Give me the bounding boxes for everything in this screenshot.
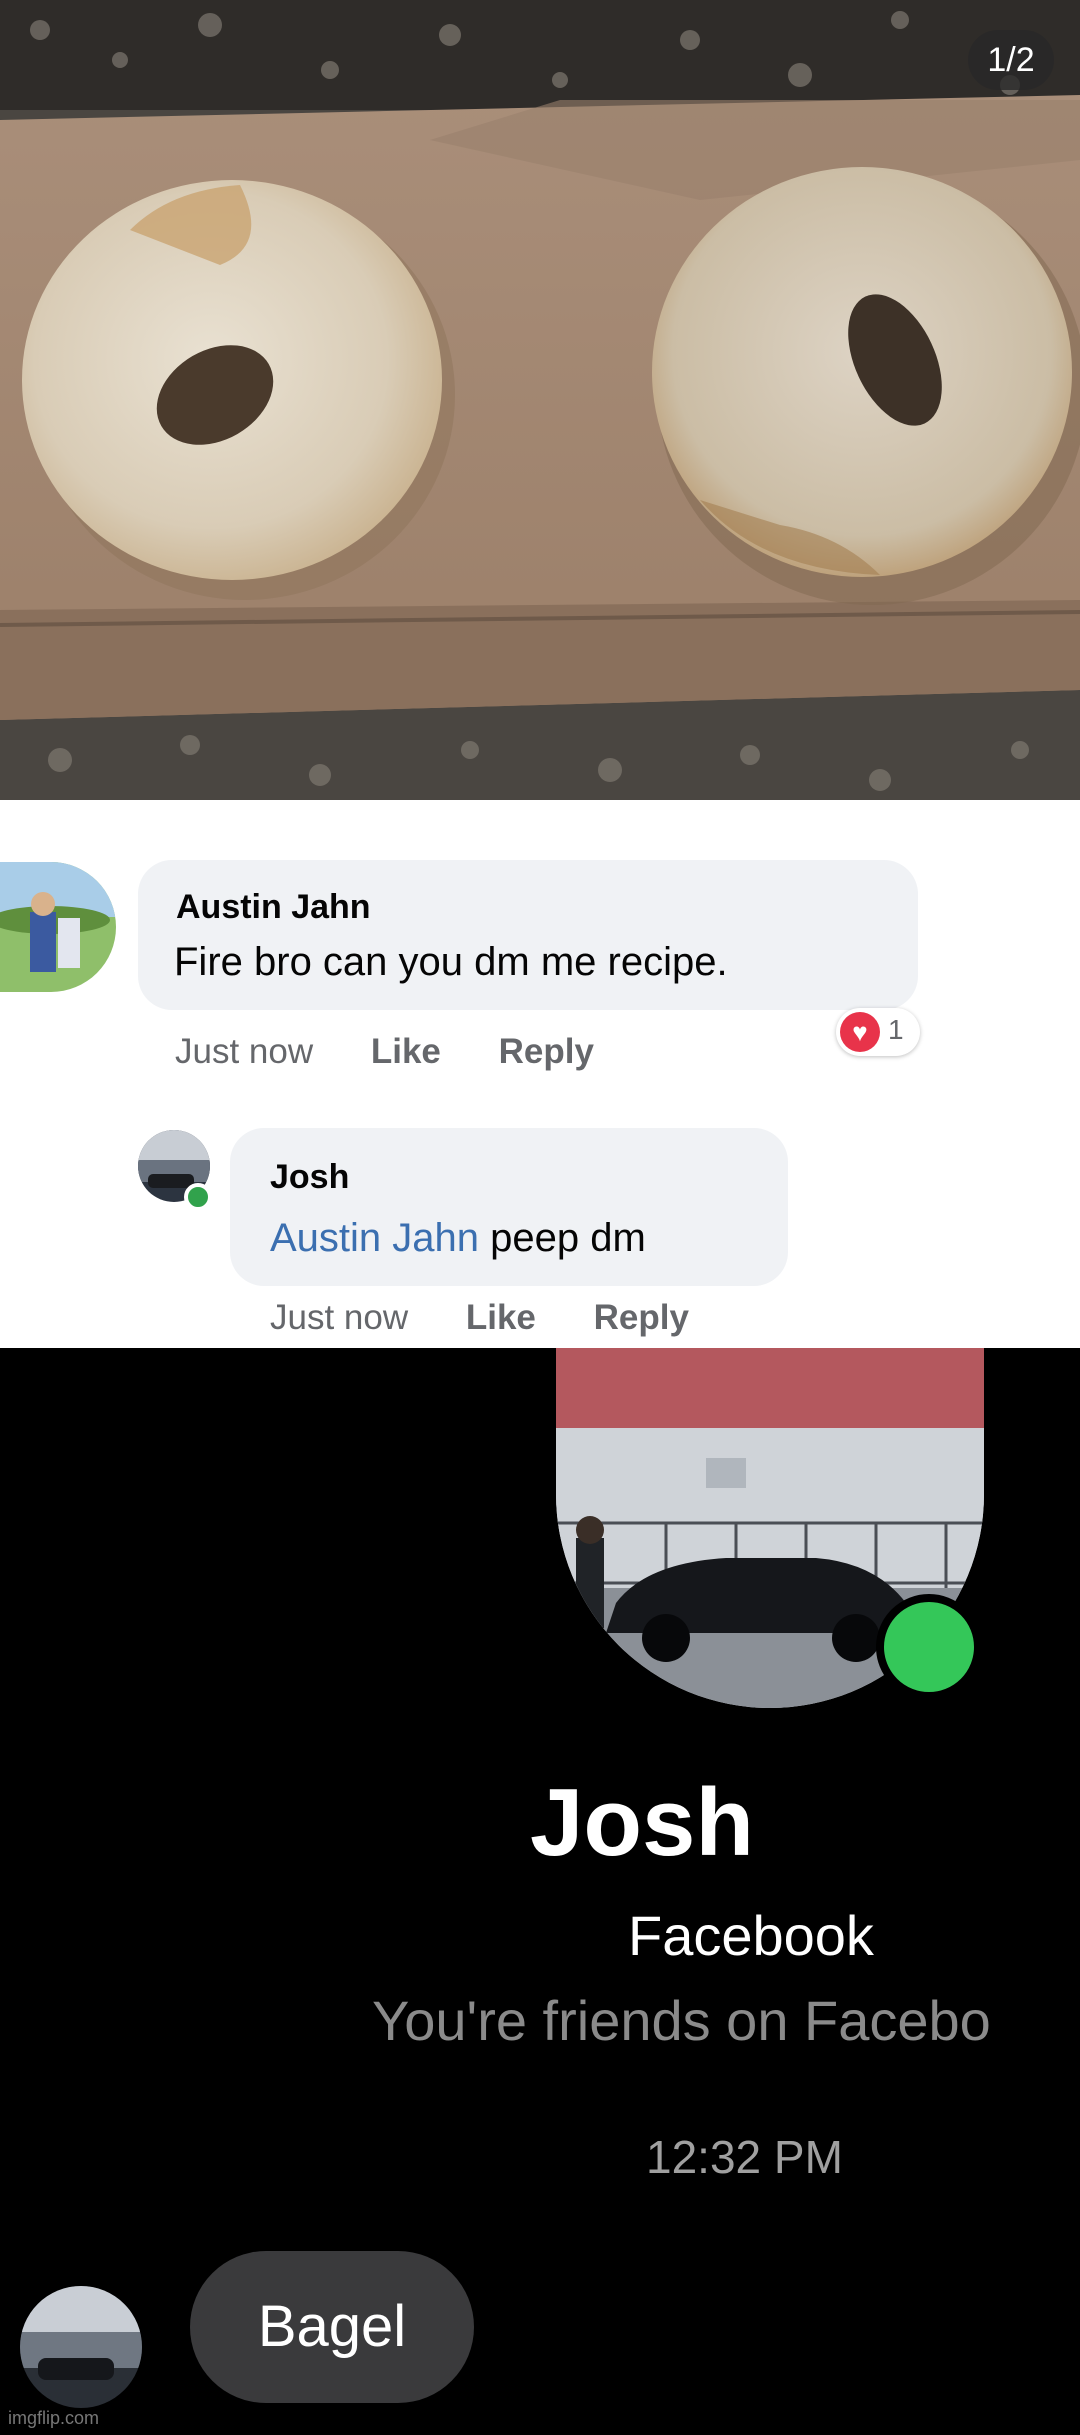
online-status-dot xyxy=(184,1183,212,1211)
reply-time: Just now xyxy=(270,1298,409,1337)
bagel-photo xyxy=(0,0,1080,800)
reaction-count: 1 xyxy=(888,1014,904,1045)
mention-link[interactable]: Austin Jahn xyxy=(270,1216,479,1260)
reaction-badge[interactable]: ♥ 1 xyxy=(836,1008,920,1056)
heart-icon: ♥ xyxy=(840,1012,880,1052)
reply-button[interactable]: Reply xyxy=(594,1298,689,1337)
reply-bubble[interactable]: Josh Austin Jahn peep dm xyxy=(230,1128,788,1286)
reply-body: peep dm xyxy=(479,1216,646,1260)
comment-text: Fire bro can you dm me recipe. xyxy=(174,940,728,984)
messenger-screen: Josh Facebook You're friends on Facebo 1… xyxy=(0,1348,1080,2435)
reply-actions: Just now Like Reply xyxy=(270,1298,737,1338)
like-button[interactable]: Like xyxy=(371,1032,441,1071)
comment-bubble[interactable]: Austin Jahn Fire bro can you dm me recip… xyxy=(138,860,918,1010)
comments-section: Austin Jahn Fire bro can you dm me recip… xyxy=(0,800,1080,1348)
comment-time: Just now xyxy=(175,1032,314,1071)
sender-avatar[interactable] xyxy=(20,2286,142,2408)
contact-name: Josh xyxy=(530,1769,755,1876)
like-button[interactable]: Like xyxy=(466,1298,536,1337)
reply-author[interactable]: Josh xyxy=(270,1158,349,1197)
reply-text: Austin Jahn peep dm xyxy=(270,1216,646,1261)
comment-author[interactable]: Austin Jahn xyxy=(176,888,371,927)
online-status-dot xyxy=(876,1594,982,1700)
contact-platform: Facebook xyxy=(628,1904,874,1967)
reply-button[interactable]: Reply xyxy=(499,1032,594,1071)
post-photo[interactable]: 1/2 xyxy=(0,0,1080,800)
comment-actions: Just now Like Reply xyxy=(175,1032,642,1072)
message-timestamp: 12:32 PM xyxy=(646,2131,843,2183)
message-bubble[interactable]: Bagel xyxy=(190,2251,474,2403)
austin-avatar[interactable] xyxy=(0,862,116,992)
friendship-status: You're friends on Facebo xyxy=(372,1989,991,2052)
watermark: imgflip.com xyxy=(8,2408,100,2428)
page-indicator: 1/2 xyxy=(968,30,1054,90)
